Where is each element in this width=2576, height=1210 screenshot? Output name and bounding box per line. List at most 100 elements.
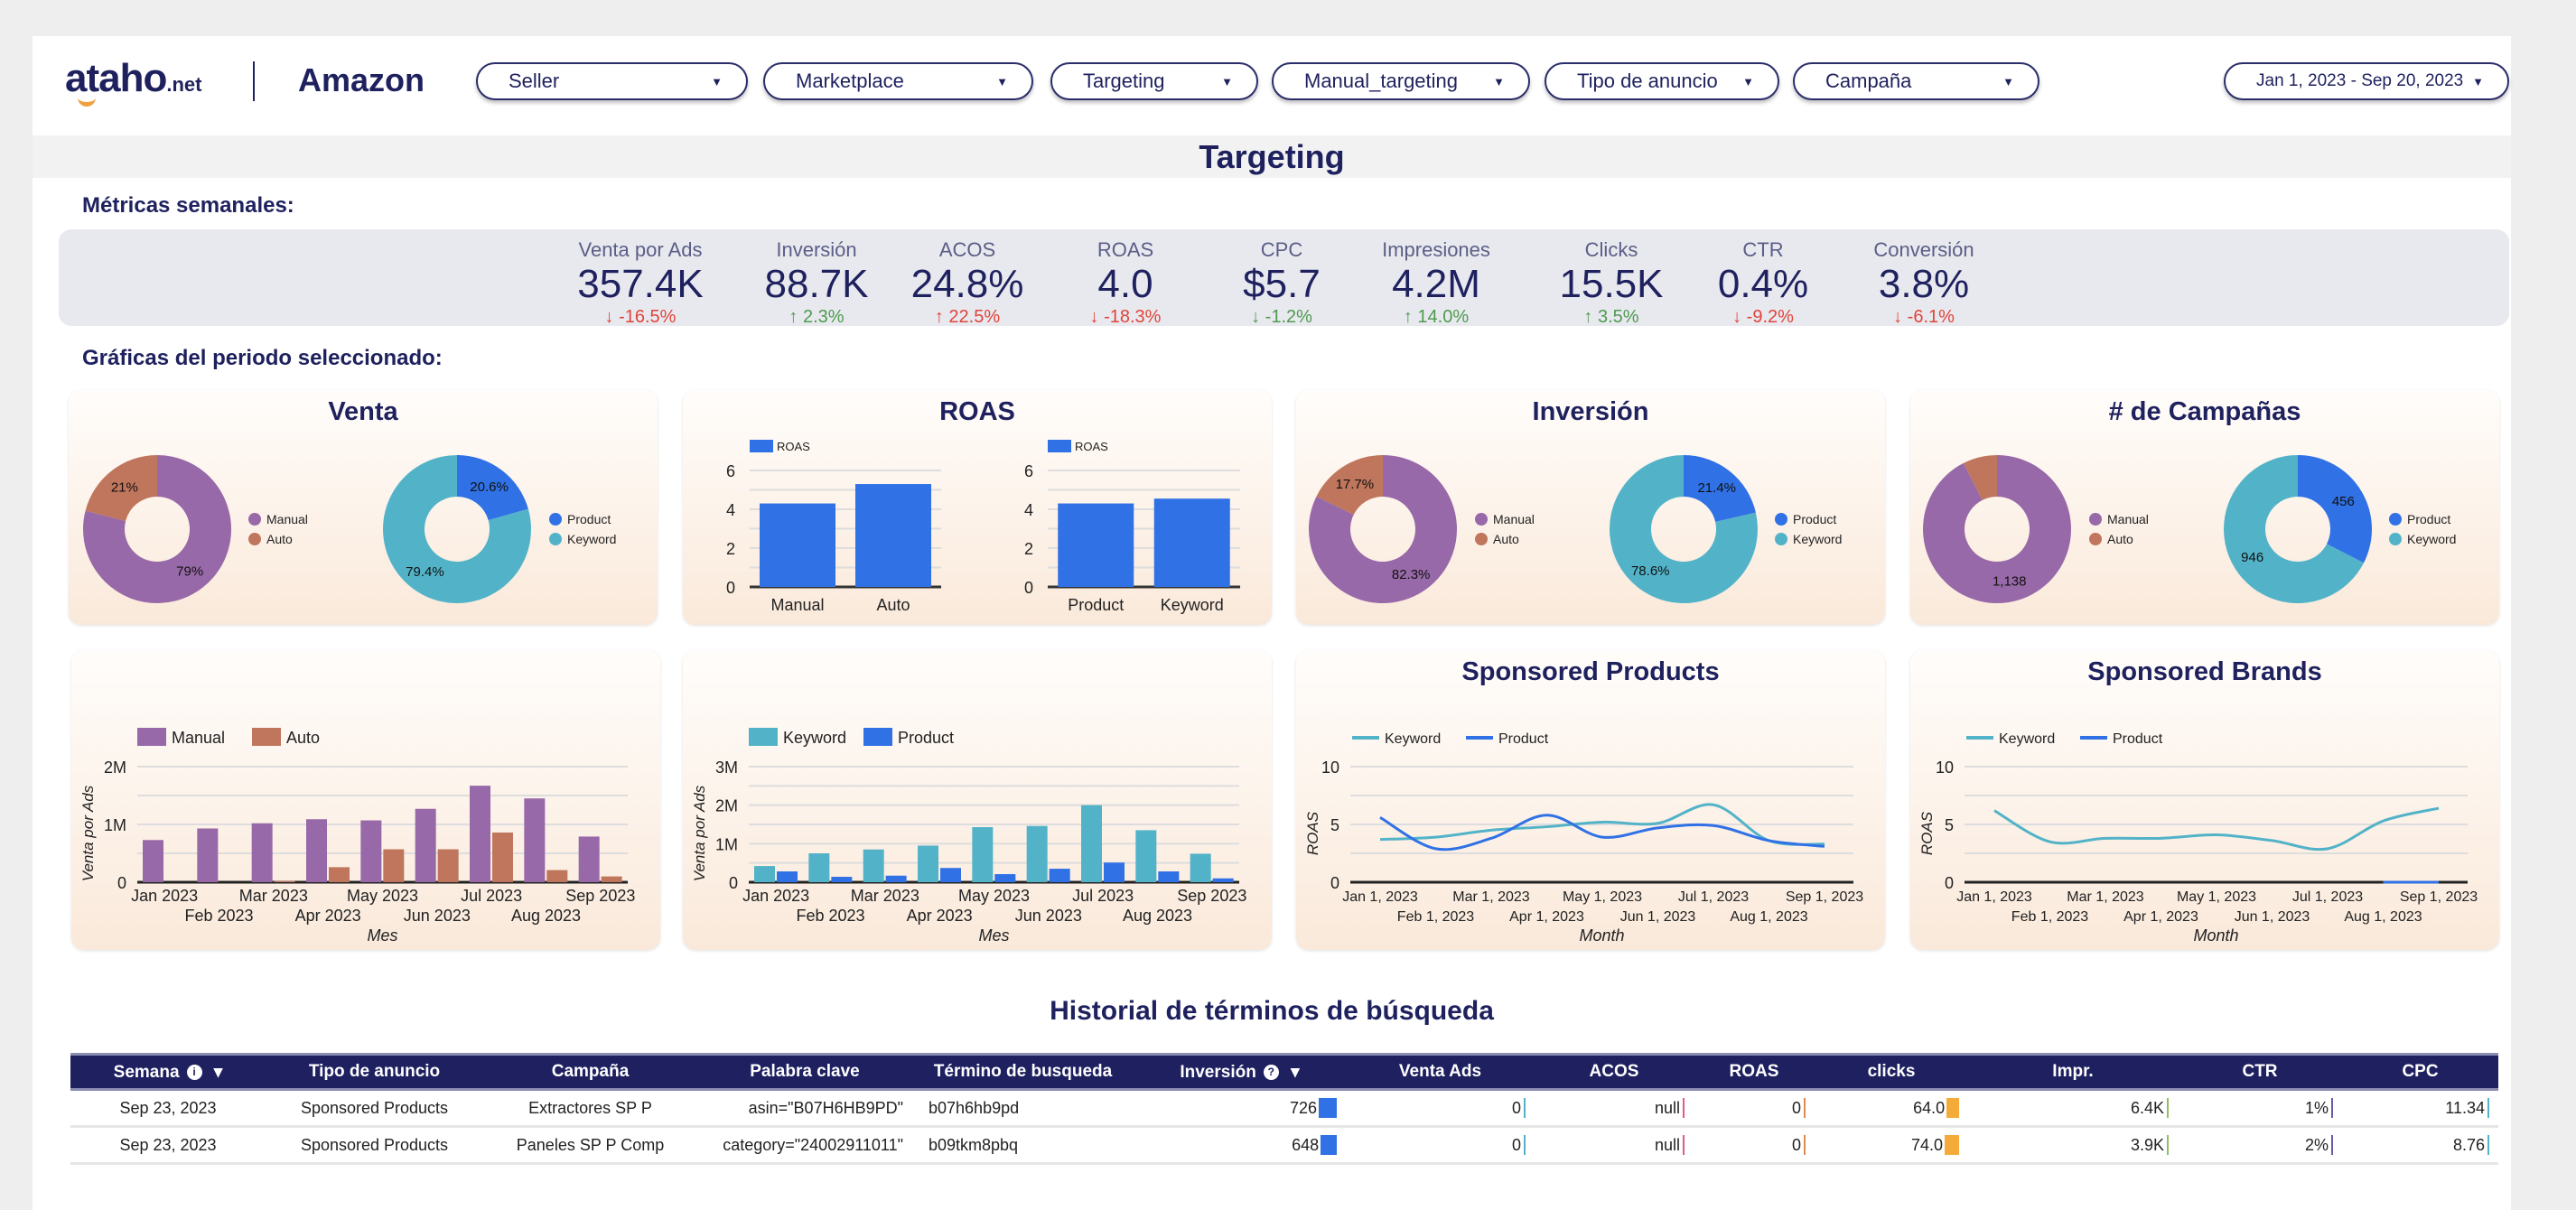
x-tick-label: Mar 1, 2023 (1452, 889, 1529, 905)
x-tick-label: Auto (876, 596, 910, 614)
cell-value: Extractores SP P (528, 1098, 652, 1117)
date-range-picker[interactable]: Jan 1, 2023 - Sep 20, 2023 ▼ (2224, 62, 2509, 100)
metric-label: Conversión (1873, 238, 1974, 261)
bar-auto (601, 876, 622, 882)
column-header-t-rmino-de-busqueda[interactable]: Término de busqueda (912, 1062, 1134, 1082)
column-header-tipo-de-anuncio[interactable]: Tipo de anuncio (266, 1062, 483, 1082)
metric-value: 0.4% (1717, 262, 1809, 306)
x-tick-label: Jul 2023 (461, 887, 522, 905)
cell-value: 0 (1791, 1098, 1801, 1117)
metric-roas: ROAS 4.0 ↓ -18.3% (1035, 238, 1216, 328)
x-axis-title: Month (1579, 926, 1624, 945)
cell-value: 8.76 (2452, 1135, 2485, 1154)
y-tick-label: 10 (1936, 759, 1954, 777)
cell-semana: Sep 23, 2023 (70, 1099, 266, 1118)
x-tick-label: Mar 2023 (851, 887, 919, 905)
x-tick-label: May 1, 2023 (2177, 889, 2256, 905)
x-tick-label: May 2023 (347, 887, 418, 905)
metric-label: CPC (1260, 238, 1303, 261)
legend-label: Product (1793, 512, 1836, 526)
metric-conversi-n: Conversión 3.8% ↓ -6.1% (1834, 238, 2014, 328)
column-header-label: Campaña (551, 1062, 630, 1081)
card-title: Inversión (1532, 397, 1649, 426)
column-header-palabra-clave[interactable]: Palabra clave (697, 1062, 912, 1082)
caret-down-icon: ▼ (1742, 74, 1754, 88)
x-tick-label: Mar 1, 2023 (2067, 889, 2143, 905)
legend-swatch-keyword (1775, 533, 1787, 545)
bar-manual (760, 503, 835, 587)
cell-termino: b07h6hb9pd (912, 1099, 1134, 1118)
logo-suffix: .net (166, 73, 202, 96)
legend-label: ROAS (777, 440, 810, 453)
card-venta-manual-auto: 0 1M 2M Venta por Ads Mes Manual Auto Jan 2023 F… (71, 650, 660, 950)
legend-label: Auto (266, 532, 293, 546)
column-header-clicks[interactable]: clicks (1815, 1062, 1968, 1082)
x-tick-label: Aug 2023 (1123, 907, 1192, 925)
column-header-label: Venta Ads (1398, 1062, 1482, 1081)
column-header-ctr[interactable]: CTR (2178, 1062, 2342, 1082)
column-header-inversi-n[interactable]: Inversión? ▾ (1134, 1062, 1346, 1083)
caret-down-icon: ▼ (711, 74, 723, 88)
sort-desc-icon[interactable]: ▾ (1286, 1063, 1300, 1082)
cell-bar-ctr (2331, 1135, 2333, 1155)
cell-value: null (1654, 1098, 1680, 1117)
filter-marketplace[interactable]: Marketplace ▼ (763, 62, 1033, 100)
sort-desc-icon[interactable]: ▾ (210, 1063, 223, 1082)
bar-manual (360, 820, 382, 882)
legend-label: Product (567, 512, 611, 526)
metric-value: $5.7 (1243, 262, 1321, 306)
cell-roas: 0 (1694, 1135, 1815, 1155)
column-header-label: Inversión (1180, 1062, 1256, 1082)
filter-manual-targeting[interactable]: Manual_targeting ▼ (1272, 62, 1530, 100)
filter-seller[interactable]: Seller ▼ (476, 62, 748, 100)
legend-label: Keyword (1999, 731, 2055, 747)
cell-value: b07h6hb9pd (929, 1098, 1020, 1117)
legend-label: Product (898, 729, 954, 747)
arrow-down-icon: ↓ (1732, 307, 1747, 327)
y-tick-label: 0 (117, 874, 126, 892)
metric-delta: ↓ -18.3% (1035, 307, 1216, 328)
bar-product (940, 868, 961, 882)
legend-swatch-product (2389, 513, 2402, 526)
filter-campana[interactable]: Campaña ▼ (1793, 62, 2039, 100)
y-tick-label: 2 (726, 540, 735, 558)
line-keyword (1993, 806, 2440, 852)
column-header-roas[interactable]: ROAS (1694, 1062, 1815, 1082)
cell-bar-cpc (2487, 1098, 2489, 1118)
card-title: Sponsored Products (1461, 657, 1720, 686)
legend-swatch-keyword (749, 728, 778, 746)
cell-impr: 3.9K (1968, 1135, 2178, 1155)
arrow-down-icon: ↓ (1089, 307, 1105, 327)
info-icon: i (186, 1064, 202, 1080)
cell-bar-acos (1683, 1135, 1685, 1155)
bar-auto (855, 484, 931, 587)
cell-bar-acos (1683, 1098, 1685, 1118)
column-header-venta-ads[interactable]: Venta Ads (1346, 1062, 1535, 1082)
column-header-impr-[interactable]: Impr. (1968, 1062, 2178, 1082)
legend-label: Auto (2107, 532, 2133, 546)
y-axis-title: Venta por Ads (79, 785, 97, 881)
legend-label: ROAS (1075, 440, 1108, 453)
filter-targeting[interactable]: Targeting ▼ (1050, 62, 1258, 100)
cell-bar-venta (1524, 1098, 1526, 1118)
filter-tipo-de-anuncio[interactable]: Tipo de anuncio ▼ (1545, 62, 1779, 100)
y-tick-label: 6 (726, 462, 735, 480)
bar-product (1212, 878, 1234, 882)
cell-venta: 0 (1346, 1135, 1535, 1155)
x-axis-title: Mes (367, 926, 397, 945)
bar-manual (306, 819, 327, 882)
arrow-down-icon: ↓ (1893, 307, 1908, 327)
column-header-semana[interactable]: Semana i ▾ (70, 1062, 266, 1083)
cell-value: null (1654, 1135, 1680, 1154)
filter-label: Marketplace (796, 70, 904, 92)
column-header-acos[interactable]: ACOS (1535, 1062, 1694, 1082)
cell-value: b09tkm8pbq (929, 1135, 1019, 1154)
y-tick-label: 1M (715, 835, 738, 853)
x-tick-label: Aug 1, 2023 (2344, 909, 2422, 925)
cell-bar-venta (1524, 1135, 1526, 1155)
column-header-campa-a[interactable]: Campaña (483, 1062, 697, 1082)
column-header-cpc[interactable]: CPC (2342, 1062, 2498, 1082)
cell-bar-clicks (1945, 1135, 1959, 1155)
metric-delta: ↓ -1.2% (1191, 307, 1372, 328)
cell-inversion: 648 (1134, 1135, 1346, 1155)
